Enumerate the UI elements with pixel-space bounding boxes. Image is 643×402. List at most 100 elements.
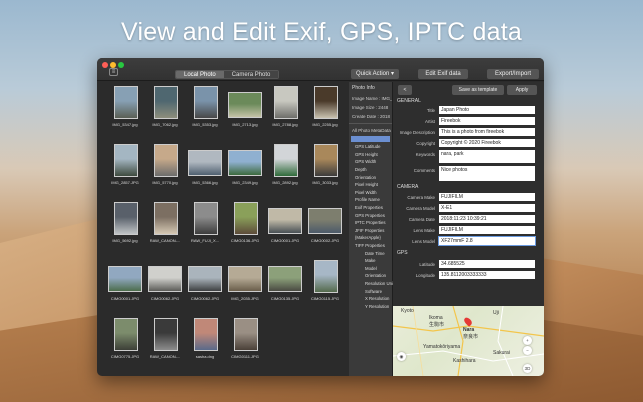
compass-icon[interactable]: ◉	[397, 352, 406, 361]
save-template-button[interactable]: Save as template	[452, 85, 504, 95]
photo-cell[interactable]: IMG_2713.jpg	[225, 86, 265, 130]
photo-thumbnail[interactable]	[194, 318, 218, 351]
metadata-subitem[interactable]: X Resolution	[349, 295, 392, 303]
photo-cell[interactable]: CIMG0001.JPG	[265, 202, 305, 246]
photo-thumbnail[interactable]	[154, 202, 178, 235]
metadata-item[interactable]: {MakerApple}	[349, 234, 392, 242]
photo-cell[interactable]: CIMG0002.JPG	[305, 202, 345, 246]
metadata-subitem[interactable]: Resolution Unit	[349, 280, 394, 288]
tab-local-photo[interactable]: Local Photo	[176, 71, 224, 78]
photo-cell[interactable]: IMG_2035.JPG	[225, 260, 265, 304]
photo-thumbnail[interactable]	[108, 266, 142, 292]
photo-cell[interactable]: IMG_2349.jpg	[225, 144, 265, 188]
photo-thumbnail[interactable]	[314, 86, 338, 119]
photo-thumbnail[interactable]	[194, 86, 218, 119]
photo-thumbnail[interactable]	[154, 318, 178, 351]
close-window-button[interactable]	[102, 62, 108, 68]
back-button[interactable]: <	[398, 85, 412, 95]
metadata-item[interactable]: Pixel Width	[349, 189, 392, 197]
photo-thumbnail[interactable]	[154, 86, 178, 119]
photo-cell[interactable]: IMG_5692.jpg	[105, 202, 145, 246]
camera-date-field[interactable]: 2018:11:23 10:39:21	[439, 215, 535, 223]
photo-cell[interactable]: CIMG0001.JPG	[105, 260, 145, 304]
photo-cell[interactable]: RAW_CANON-...	[145, 202, 185, 246]
metadata-subitem[interactable]: Software	[349, 287, 392, 295]
photo-cell[interactable]: sasha.dng	[185, 318, 225, 362]
metadata-subitem[interactable]: Make	[349, 257, 392, 265]
export-import-button[interactable]: Export/Import	[487, 69, 539, 79]
photo-cell[interactable]: IMG_7062.jpg	[145, 86, 185, 130]
photo-thumbnail[interactable]	[114, 144, 138, 177]
photo-thumbnail[interactable]	[268, 208, 302, 234]
photo-thumbnail[interactable]	[314, 260, 338, 293]
photo-thumbnail[interactable]	[194, 202, 218, 235]
metadata-subitem[interactable]: Date Time	[349, 249, 392, 257]
photo-cell[interactable]: IMG_2788.jpg	[265, 86, 305, 130]
photo-thumbnail[interactable]	[148, 266, 182, 292]
photo-cell[interactable]: IMG_5347.jpg	[105, 86, 145, 130]
photo-cell[interactable]: IMG_5770.jpg	[145, 144, 185, 188]
metadata-item[interactable]: Profile Name	[349, 196, 392, 204]
metadata-item[interactable]: JFIF Properties	[349, 227, 392, 235]
photo-thumbnail[interactable]	[228, 266, 262, 292]
photo-thumbnail[interactable]	[234, 318, 258, 351]
metadata-item[interactable]: Orientation	[349, 173, 392, 181]
photo-thumbnail[interactable]	[154, 144, 178, 177]
photo-thumbnail[interactable]	[114, 86, 138, 119]
metadata-item[interactable]: TIFF Properties	[349, 242, 392, 250]
camera-model-field[interactable]: X-E1	[439, 204, 535, 212]
copyright-field[interactable]: Copyright © 2020 Fireebok	[439, 139, 535, 147]
photo-cell[interactable]: IMG_2857.JPG	[105, 144, 145, 188]
photo-thumbnail[interactable]	[228, 150, 262, 176]
lens-make-field[interactable]: FUJIFILM	[439, 226, 535, 234]
photo-cell[interactable]: CIMG0111.JPG	[225, 318, 265, 362]
map-3d-button[interactable]: 3D	[523, 364, 532, 373]
photo-cell[interactable]: CIMG0135.JPG	[265, 260, 305, 304]
comments-field[interactable]: Nice photos	[439, 166, 535, 181]
quick-action-button[interactable]: Quick Action ▾	[351, 69, 399, 79]
photo-thumbnail[interactable]	[308, 208, 342, 234]
photo-thumbnail[interactable]	[188, 266, 222, 292]
edit-exif-button[interactable]: Edit Exif data	[418, 69, 468, 79]
lens-model-field[interactable]: XF27mmF 2.8	[438, 236, 536, 246]
photo-cell[interactable]: CIMG0115.JPG	[305, 260, 345, 304]
camera-make-field[interactable]: FUJIFILM	[439, 193, 535, 201]
photo-cell[interactable]: IMG_5353.jpg	[185, 86, 225, 130]
metadata-item[interactable]: Pixel Height	[349, 181, 392, 189]
apply-button[interactable]: Apply	[507, 85, 537, 95]
photo-cell[interactable]: RAW_FUJI_X...	[185, 202, 225, 246]
photo-thumbnail[interactable]	[114, 318, 138, 351]
photo-thumbnail[interactable]	[188, 150, 222, 176]
metadata-item[interactable]: IPTC Properties	[349, 219, 392, 227]
photo-thumbnail[interactable]	[114, 202, 138, 235]
description-field[interactable]: This is a photo from fireebok	[439, 128, 535, 136]
latitude-field[interactable]: 34.685525	[439, 260, 535, 268]
artist-field[interactable]: Fireebok	[439, 117, 535, 125]
photo-cell[interactable]: CIMG0775.JPG	[105, 318, 145, 362]
metadata-subitem[interactable]: Y Resolution	[349, 302, 392, 310]
metadata-item[interactable]: GPS Height	[349, 151, 392, 159]
photo-cell[interactable]: IMG_3033.jpg	[305, 144, 345, 188]
sidebar-toggle-button[interactable]: ≡	[109, 68, 118, 76]
metadata-item[interactable]: Exif Properties	[349, 204, 392, 212]
photo-cell[interactable]: IMG_2892.jpg	[265, 144, 305, 188]
photo-cell[interactable]: IMG_2255.jpg	[305, 86, 345, 130]
metadata-item[interactable]: Depth	[349, 166, 392, 174]
metadata-item[interactable]: GPS Width	[349, 158, 392, 166]
photo-cell[interactable]: IMG_5366.jpg	[185, 144, 225, 188]
longitude-field[interactable]: 135.8112003333333	[439, 271, 535, 279]
metadata-item[interactable]: GPS Properties	[349, 211, 392, 219]
photo-cell[interactable]: CIMG0136.JPG	[225, 202, 265, 246]
photo-thumbnail[interactable]	[314, 144, 338, 177]
metadata-item[interactable]: GPS Latitude	[349, 143, 392, 151]
keywords-field[interactable]: nara, park	[439, 150, 535, 163]
zoom-window-button[interactable]	[118, 62, 124, 68]
tab-camera-photo[interactable]: Camera Photo	[223, 71, 279, 78]
zoom-in-button[interactable]: +	[523, 336, 532, 345]
photo-thumbnail[interactable]	[274, 144, 298, 177]
photo-thumbnail[interactable]	[234, 202, 258, 235]
photo-cell[interactable]: CIMG0062.JPG	[185, 260, 225, 304]
gps-map[interactable]: Ikoma 生駒市 Nara 奈良市 Kyoto Uji Sakurai Kas…	[393, 306, 544, 376]
photo-thumbnail[interactable]	[274, 86, 298, 119]
photo-cell[interactable]: RAW_CANON-...	[145, 318, 185, 362]
